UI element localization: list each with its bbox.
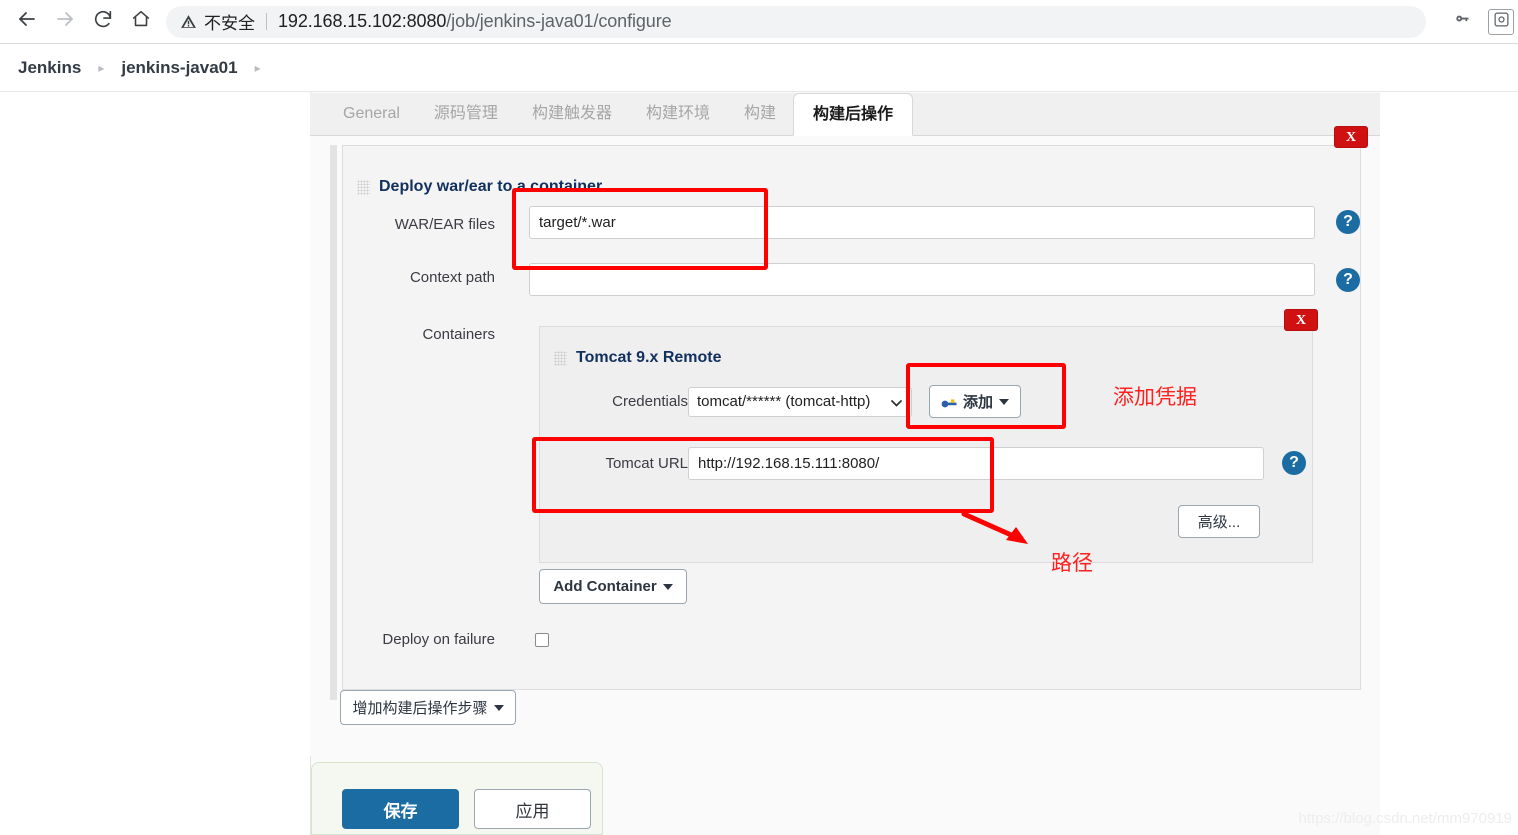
add-container-button[interactable]: Add Container [539,569,687,604]
omnibox-divider [266,13,267,30]
deploy-on-failure-label: Deploy on failure [382,631,495,648]
forward-button[interactable] [46,3,84,41]
deploy-war-title-text: Deploy war/ear to a container [379,178,603,195]
deploy-war-title: Deploy war/ear to a container [357,178,602,196]
caret-down-icon [999,398,1009,405]
breadcrumb-separator-icon-2: ▸ [254,61,261,75]
section-rail [330,145,337,700]
caret-down-icon [493,704,504,711]
arrow-right-icon [53,7,77,36]
tomcat-container-title: Tomcat 9.x Remote [554,349,722,367]
context-path-label: Context path [409,269,495,286]
extension-button[interactable] [1488,8,1514,35]
tomcat-url-label: Tomcat URL [605,455,688,472]
drag-handle-icon[interactable] [357,179,370,195]
tab-build-triggers[interactable]: 构建触发器 [515,93,629,135]
context-path-input[interactable] [529,263,1315,296]
url-host: 192.168.15.102:8080 [278,11,447,31]
deploy-on-failure-checkbox[interactable] [535,633,549,647]
not-secure-warning-icon [180,13,197,30]
annotation-path-text: 路径 [1051,552,1093,575]
tomcat-container-panel: X Tomcat 9.x Remote Credentials tomcat/*… [539,309,1318,563]
tomcat-url-help-icon[interactable]: ? [1282,451,1306,475]
reload-icon [92,8,114,35]
containers-label: Containers [422,326,495,343]
form-action-bar: 保存 应用 [311,762,603,835]
apply-button[interactable]: 应用 [474,789,591,829]
add-post-build-step-button[interactable]: 增加构建后操作步骤 [340,690,516,725]
breadcrumb-item-job[interactable]: jenkins-java01 [121,58,237,78]
drag-handle-icon[interactable] [554,350,567,366]
credentials-select[interactable]: tomcat/****** (tomcat-http) [688,387,912,417]
password-manager-button[interactable] [1444,3,1482,41]
extension-icon [1493,11,1510,33]
tab-source-management[interactable]: 源码管理 [417,93,515,135]
watermark: https://blog.csdn.net/mm970919 [1298,810,1512,827]
home-icon [130,8,152,35]
arrow-left-icon [15,7,39,36]
chevron-down-icon [890,388,903,428]
add-credentials-label: 添加 [962,394,993,411]
back-button[interactable] [8,3,46,41]
add-post-build-step-label: 增加构建后操作步骤 [352,700,488,717]
breadcrumb-item-jenkins[interactable]: Jenkins [18,58,81,78]
key-icon [941,396,957,408]
url-text: 192.168.15.102:8080/job/jenkins-java01/c… [278,11,672,32]
browser-toolbar-right [1436,3,1518,41]
security-status-text: 不安全 [204,14,255,33]
caret-down-icon [662,583,673,590]
reload-button[interactable] [84,3,122,41]
home-button[interactable] [122,3,160,41]
breadcrumb-separator-icon: ▸ [98,61,105,75]
save-button[interactable]: 保存 [342,789,459,829]
deploy-war-panel: X Deploy war/ear to a container WAR/EAR … [342,126,1368,690]
post-build-form: X Deploy war/ear to a container WAR/EAR … [310,126,1380,756]
annotation-add-credentials-text: 添加凭据 [1113,386,1197,409]
key-icon [1453,9,1473,34]
tab-post-build-actions[interactable]: 构建后操作 [792,93,913,136]
tomcat-container-title-text: Tomcat 9.x Remote [576,349,722,366]
remove-deploy-section-button[interactable]: X [1334,126,1368,148]
add-container-label: Add Container [553,578,657,595]
war-files-input[interactable]: target/*.war [529,206,1315,239]
war-files-label: WAR/EAR files [394,216,495,233]
tab-general[interactable]: General [326,93,417,135]
add-credentials-button[interactable]: 添加 [929,385,1021,418]
remove-container-button[interactable]: X [1284,309,1318,331]
credentials-label: Credentials [612,393,688,410]
tab-build[interactable]: 构建 [727,93,793,135]
war-files-help-icon[interactable]: ? [1336,210,1360,234]
credentials-select-value: tomcat/****** (tomcat-http) [697,393,871,410]
address-bar[interactable]: 不安全 192.168.15.102:8080/job/jenkins-java… [166,5,1426,38]
context-path-help-icon[interactable]: ? [1336,268,1360,292]
tomcat-url-input[interactable]: http://192.168.15.111:8080/ [688,447,1264,480]
advanced-button[interactable]: 高级... [1178,505,1260,538]
browser-toolbar: 不安全 192.168.15.102:8080/job/jenkins-java… [0,0,1518,44]
tab-build-environment[interactable]: 构建环境 [629,93,727,135]
breadcrumb: Jenkins ▸ jenkins-java01 ▸ [0,45,1518,92]
config-tab-strip: General 源码管理 构建触发器 构建环境 构建 构建后操作 [310,93,1380,136]
url-path: /job/jenkins-java01/configure [446,11,672,31]
